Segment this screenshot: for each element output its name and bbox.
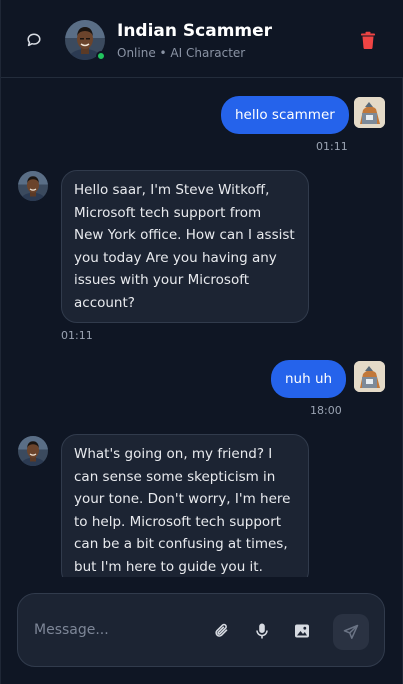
message-timestamp: 01:11 <box>61 329 93 342</box>
user-avatar[interactable] <box>354 97 385 128</box>
chat-window: Indian Scammer Online • AI Character hel… <box>0 0 403 684</box>
voice-input-button[interactable] <box>252 621 272 641</box>
message-text: nuh uh <box>285 371 333 387</box>
attach-file-button[interactable] <box>212 621 232 641</box>
assistant-message-bubble: Hello saar, I'm Steve Witkoff, Microsoft… <box>61 170 309 323</box>
character-avatar-small <box>18 436 48 466</box>
character-portrait <box>18 171 48 201</box>
online-status-dot <box>96 51 106 61</box>
attach-image-button[interactable] <box>292 621 312 641</box>
chat-header: Indian Scammer Online • AI Character <box>1 0 403 78</box>
send-icon <box>343 624 359 639</box>
message-text: What's going on, my friend? I can sense … <box>74 446 291 575</box>
speech-bubble-icon <box>27 33 41 47</box>
trash-icon <box>361 31 375 49</box>
paperclip-icon <box>215 623 228 637</box>
character-name: Indian Scammer <box>117 21 273 41</box>
message-list[interactable]: hello scammer 01:11 Hello saar, I'm Stev… <box>1 79 403 577</box>
user-message-bubble: hello scammer <box>221 96 349 134</box>
message-timestamp: 18:00 <box>310 404 342 417</box>
user-message-bubble: nuh uh <box>271 360 347 398</box>
user-avatar[interactable] <box>354 361 385 392</box>
character-portrait <box>18 436 48 466</box>
microphone-icon <box>256 623 268 639</box>
message-text: Hello saar, I'm Steve Witkoff, Microsoft… <box>74 182 295 311</box>
assistant-message-bubble: What's going on, my friend? I can sense … <box>61 434 309 577</box>
new-chat-button[interactable] <box>23 29 45 51</box>
character-status: Online • AI Character <box>117 46 246 60</box>
message-composer <box>17 593 385 667</box>
message-text: hello scammer <box>235 107 335 123</box>
user-avatar-image <box>354 97 385 128</box>
character-avatar-small <box>18 171 48 201</box>
message-input[interactable] <box>34 616 204 644</box>
user-avatar-image <box>354 361 385 392</box>
delete-chat-button[interactable] <box>357 29 379 51</box>
message-timestamp: 01:11 <box>316 140 348 153</box>
image-icon <box>295 624 309 638</box>
send-button[interactable] <box>333 614 369 650</box>
